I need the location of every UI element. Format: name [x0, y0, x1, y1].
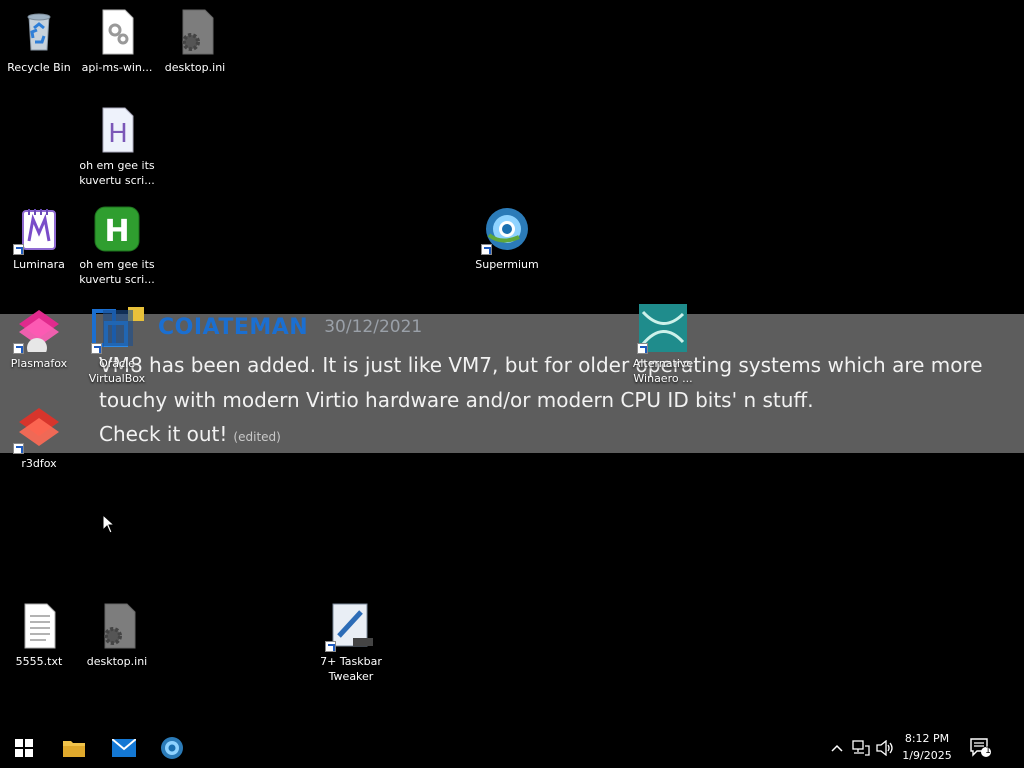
taskbar-tweaker-icon	[325, 602, 375, 652]
icon-label: 7+ Taskbar Tweaker	[320, 655, 382, 683]
icon-label: desktop.ini	[86, 655, 148, 668]
desktop-icon-api-ms-win[interactable]: api-ms-win...	[78, 8, 156, 75]
icon-label: r3dfox	[21, 457, 57, 470]
supermium-taskbar-button[interactable]	[148, 728, 196, 768]
luminara-icon	[13, 205, 63, 255]
icon-label: Plasmafox	[10, 357, 68, 370]
script-file-icon: H	[93, 106, 141, 154]
volume-icon	[876, 740, 893, 756]
mail-button[interactable]	[100, 728, 148, 768]
desktop-icon-script-app[interactable]: H oh em gee its kuvertu scri...	[78, 205, 156, 287]
notification-count: 1	[985, 746, 991, 756]
r3dfox-icon	[13, 404, 63, 454]
shortcut-arrow-icon	[13, 343, 24, 354]
volume-button[interactable]	[874, 728, 896, 768]
mail-icon	[112, 739, 136, 757]
taskbar: 8:12 PM 1/9/2025 1	[0, 728, 1024, 768]
virtualbox-icon	[91, 304, 141, 354]
banner-author: COIATEMAN	[158, 314, 309, 340]
desktop-icon-luminara[interactable]: Luminara	[0, 205, 78, 272]
settings-file-icon	[93, 602, 141, 650]
desktop-icon-7-taskbar-tweaker[interactable]: 7+ Taskbar Tweaker	[312, 602, 390, 684]
icon-label: Supermium	[475, 258, 539, 271]
desktop-icon-script-file[interactable]: H oh em gee its kuvertu scri...	[78, 106, 156, 188]
desktop-icon-r3dfox[interactable]: r3dfox	[0, 404, 78, 471]
recycle-bin-icon	[15, 8, 63, 56]
icon-label: 5555.txt	[15, 655, 63, 668]
text-file-icon	[15, 602, 63, 650]
shortcut-arrow-icon	[13, 443, 24, 454]
settings-file-icon	[171, 8, 219, 56]
desktop-icon-5555-txt[interactable]: 5555.txt	[0, 602, 78, 669]
svg-text:H: H	[104, 214, 129, 249]
icon-label: oh em gee its kuvertu scri...	[79, 258, 155, 286]
dll-file-icon	[93, 8, 141, 56]
winaero-icon	[637, 304, 687, 354]
banner-date: 30/12/2021	[324, 317, 423, 337]
svg-text:H: H	[108, 119, 128, 149]
desktop-icon-supermium[interactable]: Supermium	[468, 205, 546, 272]
supermium-icon	[481, 205, 531, 255]
shortcut-arrow-icon	[13, 244, 24, 255]
icon-label: api-ms-win...	[81, 61, 153, 74]
edited-tag: (edited)	[233, 430, 281, 444]
mouse-cursor-icon	[102, 513, 116, 538]
icon-label: Alternative Winaero ...	[632, 357, 694, 385]
banner-message-text: Check it out!	[99, 422, 228, 446]
start-icon	[15, 739, 33, 757]
icon-label: Oracle VirtualBox	[88, 357, 146, 385]
shortcut-arrow-icon	[481, 244, 492, 255]
file-explorer-icon	[63, 741, 85, 757]
desktop-icon-winaero[interactable]: Alternative Winaero ...	[624, 304, 702, 386]
system-clock[interactable]: 8:12 PM 1/9/2025	[900, 730, 954, 764]
autohotkey-icon: H	[93, 205, 141, 253]
show-hidden-icons-button[interactable]	[826, 728, 848, 768]
clock-time: 8:12 PM	[904, 732, 950, 745]
network-icon	[852, 740, 870, 756]
banner-message-line3: Check it out! (edited)	[99, 422, 281, 446]
plasmafox-icon	[13, 304, 63, 358]
desktop-icon-desktop-ini[interactable]: desktop.ini	[156, 8, 234, 75]
shortcut-arrow-icon	[91, 343, 102, 354]
icon-label: oh em gee its kuvertu scri...	[79, 159, 155, 187]
chevron-up-icon	[831, 744, 843, 752]
banner-message-line2: touchy with modern Virtio hardware and/o…	[99, 388, 814, 412]
desktop-icon-plasmafox[interactable]: Plasmafox	[0, 304, 78, 371]
clock-date: 1/9/2025	[902, 749, 952, 762]
start-button[interactable]	[0, 728, 48, 768]
banner-message-line1: VM8 has been added. It is just like VM7,…	[99, 353, 983, 377]
supermium-icon	[161, 737, 183, 759]
file-explorer-button[interactable]	[50, 728, 98, 768]
shortcut-arrow-icon	[637, 343, 648, 354]
action-center-button[interactable]: 1	[966, 728, 996, 768]
network-button[interactable]	[850, 728, 872, 768]
desktop-icon-desktop-ini-2[interactable]: desktop.ini	[78, 602, 156, 669]
shortcut-arrow-icon	[325, 641, 336, 652]
icon-label: desktop.ini	[164, 61, 226, 74]
icon-label: Recycle Bin	[7, 61, 71, 74]
desktop-icon-recycle-bin[interactable]: Recycle Bin	[0, 8, 78, 75]
desktop-icon-virtualbox[interactable]: Oracle VirtualBox	[78, 304, 156, 386]
icon-label: Luminara	[13, 258, 65, 271]
